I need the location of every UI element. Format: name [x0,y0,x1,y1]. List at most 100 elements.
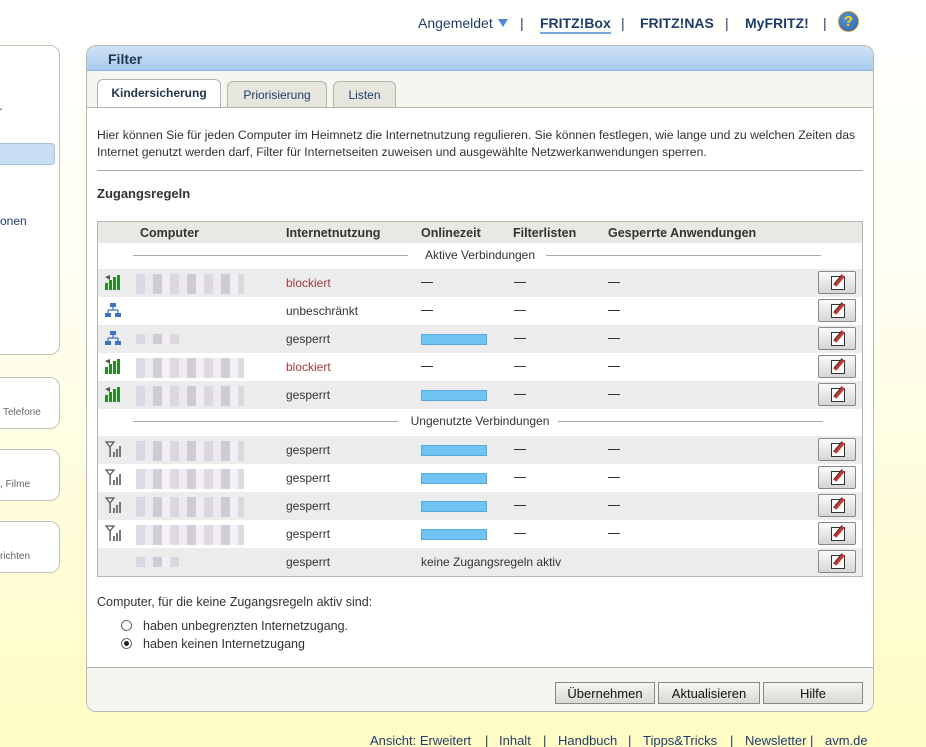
empty-dash [608,477,620,478]
edit-icon [831,304,845,318]
sidebar-box-media[interactable] [0,449,60,501]
computer-name-redacted [136,469,244,489]
footer-link-newsletter[interactable]: Newsletter [745,733,806,747]
wifi-signal-icon [104,274,122,291]
nav-link-fritzbox[interactable]: FRITZ!Box [540,15,611,34]
nav-separator: | [725,15,729,31]
wifi-signal-icon [104,386,122,403]
edit-icon [831,388,845,402]
table-row: gesperrt [98,492,862,520]
footer-link-view[interactable]: Ansicht: Erweitert [370,733,471,747]
computer-name-redacted [136,334,180,344]
nav-separator: | [621,15,625,31]
nav-link-myfritz[interactable]: MyFRITZ! [745,15,809,31]
empty-dash [608,449,620,450]
sidebar-box-media-label: , Filme [0,479,30,490]
edit-icon [831,276,845,290]
refresh-button[interactable]: Aktualisieren [658,682,760,704]
footer-separator: | [543,733,547,747]
intro-text: Hier können Sie für jeden Computer im He… [97,128,856,159]
edit-button[interactable] [818,522,856,545]
col-header-usage: Internetnutzung [286,226,381,240]
computer-name-redacted [136,557,180,567]
sidebar-item-fragment[interactable]: r [0,104,2,118]
table-header: Computer Internetnutzung Onlinezeit Filt… [98,222,862,243]
edit-button[interactable] [818,355,856,378]
sidebar-box-messages-label: richten [0,551,31,562]
edit-icon [831,332,845,346]
sidebar-box-telephony[interactable] [0,377,60,429]
table-row: blockiert [98,353,862,381]
panel-title: Filter [87,46,873,71]
usage-cell: gesperrt [286,443,331,457]
table-row: gesperrt [98,520,862,548]
computer-name-redacted [136,441,244,461]
login-menu[interactable]: Angemeldet [418,15,508,31]
tab-listen[interactable]: Listen [333,81,396,107]
wifi-signal-icon [104,358,122,375]
edit-button[interactable] [818,550,856,573]
edit-icon [831,499,845,513]
computer-name-redacted [136,386,244,406]
empty-dash [514,477,526,478]
online-time-bar [421,473,487,484]
col-header-computer: Computer [140,226,200,240]
empty-dash [514,310,526,311]
radio-button[interactable] [121,620,132,631]
edit-button[interactable] [818,271,856,294]
edit-icon [831,555,845,569]
edit-button[interactable] [818,466,856,489]
edit-icon [831,443,845,457]
edit-button[interactable] [818,494,856,517]
footer-link-avm[interactable]: avm.de [825,733,868,747]
sidebar-item-fragment[interactable]: onen [0,214,27,228]
empty-dash [608,282,620,283]
footer-link-tips[interactable]: Tipps&Tricks [643,733,717,747]
table-row: gesperrt [98,436,862,464]
button-bar: Übernehmen Aktualisieren Hilfe [87,667,873,711]
edit-button[interactable] [818,327,856,350]
col-header-filterlists: Filterlisten [513,226,577,240]
sidebar-item-selected[interactable] [0,143,55,165]
usage-cell: blockiert [286,276,331,290]
computer-name-redacted [136,358,244,378]
usage-cell: blockiert [286,360,331,374]
edit-button[interactable] [818,438,856,461]
usage-cell: gesperrt [286,499,331,513]
empty-dash [608,394,620,395]
col-header-blocked-apps: Gesperrte Anwendungen [608,226,757,240]
edit-icon [831,527,845,541]
table-row-default: gesperrt keine Zugangsregeln aktiv [98,548,862,576]
tab-kindersicherung[interactable]: Kindersicherung [97,79,221,107]
footer-link-content[interactable]: Inhalt [499,733,531,747]
edit-button[interactable] [818,299,856,322]
usage-cell: gesperrt [286,332,331,346]
apply-button[interactable]: Übernehmen [555,682,655,704]
empty-dash [514,533,526,534]
lan-network-icon [104,330,122,347]
table-row: gesperrt [98,381,862,409]
footer-link-manual[interactable]: Handbuch [558,733,617,747]
help-icon[interactable]: ? [838,11,859,32]
radio-no-access[interactable]: haben keinen Internetzugang [121,637,305,651]
empty-dash [514,338,526,339]
group-unused: Ungenutzte Verbindungen [98,409,862,433]
tab-priorisierung[interactable]: Priorisierung [227,81,327,107]
table-row: blockiert [98,269,862,297]
chevron-down-icon [497,19,508,27]
empty-dash [421,366,433,367]
access-rules-table: Computer Internetnutzung Onlinezeit Filt… [97,221,863,577]
radio-unlimited-access[interactable]: haben unbegrenzten Internetzugang. [121,619,348,633]
help-button[interactable]: Hilfe [763,682,863,704]
login-label: Angemeldet [418,15,493,31]
empty-dash [421,310,433,311]
wifi-offline-icon [104,525,122,542]
online-time-bar [421,445,487,456]
section-title: Zugangsregeln [97,186,191,201]
edit-button[interactable] [818,383,856,406]
radio-button-checked[interactable] [121,638,132,649]
empty-dash [514,505,526,506]
sidebar-box-messages[interactable] [0,521,60,573]
usage-cell: gesperrt [286,471,331,485]
nav-link-fritznas[interactable]: FRITZ!NAS [640,15,714,31]
